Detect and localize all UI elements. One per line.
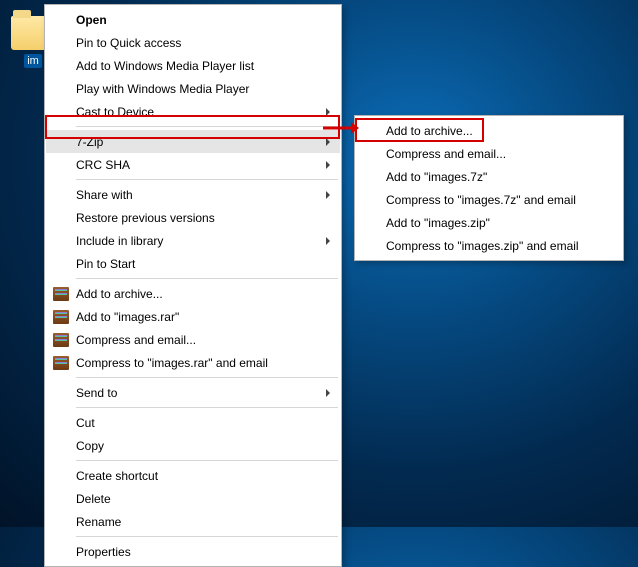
- menu-cut[interactable]: Cut: [46, 411, 340, 434]
- chevron-right-icon: [326, 191, 330, 199]
- separator: [76, 179, 338, 180]
- submenu-add-to-archive[interactable]: Add to archive...: [356, 119, 622, 142]
- menu-compress-email[interactable]: Compress and email...: [46, 328, 340, 351]
- submenu-compress-images-7z-email[interactable]: Compress to "images.7z" and email: [356, 188, 622, 211]
- menu-add-to-archive[interactable]: Add to archive...: [46, 282, 340, 305]
- menu-create-shortcut[interactable]: Create shortcut: [46, 464, 340, 487]
- menu-restore-previous[interactable]: Restore previous versions: [46, 206, 340, 229]
- submenu-compress-images-zip-email[interactable]: Compress to "images.zip" and email: [356, 234, 622, 257]
- menu-rename[interactable]: Rename: [46, 510, 340, 533]
- separator: [76, 377, 338, 378]
- chevron-right-icon: [326, 237, 330, 245]
- menu-play-wmp[interactable]: Play with Windows Media Player: [46, 77, 340, 100]
- winrar-icon: [53, 333, 69, 347]
- menu-crc-sha[interactable]: CRC SHA: [46, 153, 340, 176]
- menu-open[interactable]: Open: [46, 8, 340, 31]
- winrar-icon: [53, 356, 69, 370]
- chevron-right-icon: [326, 138, 330, 146]
- context-submenu-7zip: Add to archive... Compress and email... …: [354, 115, 624, 261]
- winrar-icon: [53, 310, 69, 324]
- separator: [76, 460, 338, 461]
- menu-pin-quick-access[interactable]: Pin to Quick access: [46, 31, 340, 54]
- chevron-right-icon: [326, 389, 330, 397]
- winrar-icon: [53, 287, 69, 301]
- submenu-add-images-7z[interactable]: Add to "images.7z": [356, 165, 622, 188]
- menu-pin-to-start[interactable]: Pin to Start: [46, 252, 340, 275]
- separator: [76, 407, 338, 408]
- separator: [76, 278, 338, 279]
- menu-compress-images-rar-email[interactable]: Compress to "images.rar" and email: [46, 351, 340, 374]
- menu-send-to[interactable]: Send to: [46, 381, 340, 404]
- menu-copy[interactable]: Copy: [46, 434, 340, 457]
- separator: [76, 536, 338, 537]
- menu-share-with[interactable]: Share with: [46, 183, 340, 206]
- submenu-add-images-zip[interactable]: Add to "images.zip": [356, 211, 622, 234]
- menu-add-wmp-list[interactable]: Add to Windows Media Player list: [46, 54, 340, 77]
- menu-properties[interactable]: Properties: [46, 540, 340, 563]
- menu-add-images-rar[interactable]: Add to "images.rar": [46, 305, 340, 328]
- separator: [76, 126, 338, 127]
- folder-label: im: [24, 54, 42, 68]
- menu-include-in-library[interactable]: Include in library: [46, 229, 340, 252]
- chevron-right-icon: [326, 161, 330, 169]
- menu-delete[interactable]: Delete: [46, 487, 340, 510]
- menu-cast-to-device[interactable]: Cast to Device: [46, 100, 340, 123]
- chevron-right-icon: [326, 108, 330, 116]
- context-menu: Open Pin to Quick access Add to Windows …: [44, 4, 342, 567]
- menu-7zip[interactable]: 7-Zip: [46, 130, 340, 153]
- submenu-compress-email[interactable]: Compress and email...: [356, 142, 622, 165]
